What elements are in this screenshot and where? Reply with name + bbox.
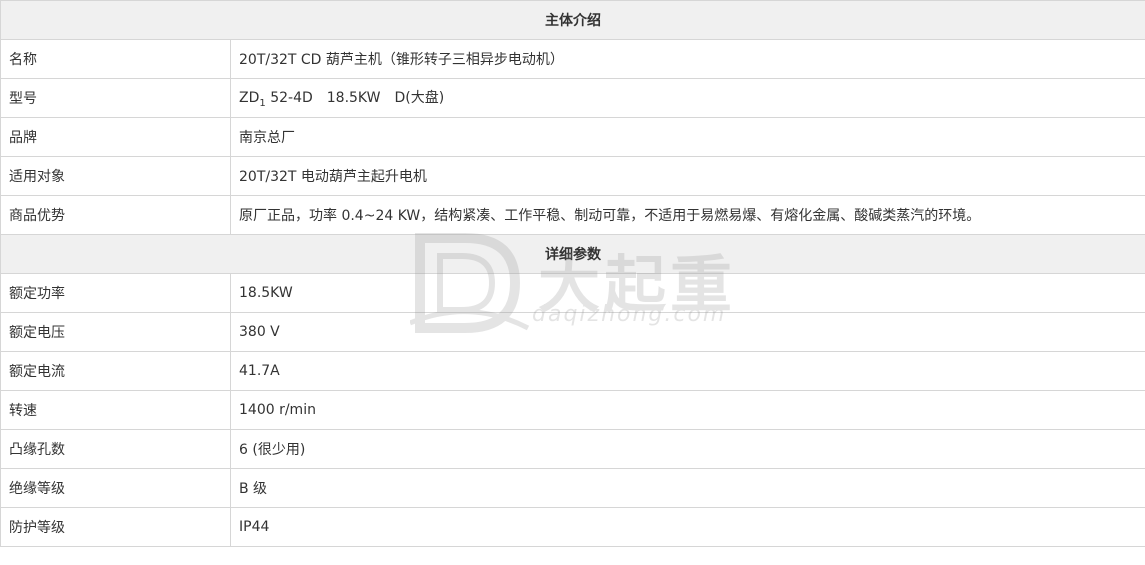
row-label: 额定电压 (0, 312, 231, 352)
row-label: 型号 (0, 78, 231, 118)
table-row: 额定功率 18.5KW (0, 273, 1145, 313)
model-prefix: ZD (239, 90, 260, 107)
row-value: B 级 (230, 468, 1145, 508)
row-value: 20T/32T 电动葫芦主起升电机 (230, 156, 1145, 196)
table-row: 名称 20T/32T CD 葫芦主机（锥形转子三相异步电动机） (0, 39, 1145, 79)
row-value: 41.7A (230, 351, 1145, 391)
row-label: 绝缘等级 (0, 468, 231, 508)
section-title: 详细参数 (0, 234, 1145, 274)
row-label: 额定功率 (0, 273, 231, 313)
table-row: 额定电流 41.7A (0, 351, 1145, 391)
row-label: 品牌 (0, 117, 231, 157)
section-header-params: 详细参数 (0, 234, 1145, 274)
table-row: 防护等级 IP44 (0, 507, 1145, 547)
row-label: 名称 (0, 39, 231, 79)
table-row: 额定电压 380 V (0, 312, 1145, 352)
row-label: 防护等级 (0, 507, 231, 547)
model-rest: 52-4D 18.5KW D(大盘) (265, 90, 445, 107)
table-row: 品牌 南京总厂 (0, 117, 1145, 157)
row-value: 南京总厂 (230, 117, 1145, 157)
table-row: 凸缘孔数 6 (很少用) (0, 429, 1145, 469)
row-value-model: ZD1 52-4D 18.5KW D(大盘) (230, 78, 1145, 118)
row-value: 6 (很少用) (230, 429, 1145, 469)
row-value: 380 V (230, 312, 1145, 352)
table-row: 转速 1400 r/min (0, 390, 1145, 430)
row-value: 1400 r/min (230, 390, 1145, 430)
row-label: 凸缘孔数 (0, 429, 231, 469)
row-value: 18.5KW (230, 273, 1145, 313)
table-row: 适用对象 20T/32T 电动葫芦主起升电机 (0, 156, 1145, 196)
row-label: 额定电流 (0, 351, 231, 391)
row-value: 原厂正品，功率 0.4~24 KW，结构紧凑、工作平稳、制动可靠，不适用于易燃易… (230, 195, 1145, 235)
row-label: 转速 (0, 390, 231, 430)
row-value: IP44 (230, 507, 1145, 547)
row-value: 20T/32T CD 葫芦主机（锥形转子三相异步电动机） (230, 39, 1145, 79)
row-label: 商品优势 (0, 195, 231, 235)
spec-table: 主体介绍 名称 20T/32T CD 葫芦主机（锥形转子三相异步电动机） 型号 … (0, 0, 1145, 547)
row-label: 适用对象 (0, 156, 231, 196)
section-header-intro: 主体介绍 (0, 0, 1145, 40)
table-row: 绝缘等级 B 级 (0, 468, 1145, 508)
section-title: 主体介绍 (0, 0, 1145, 40)
table-row: 商品优势 原厂正品，功率 0.4~24 KW，结构紧凑、工作平稳、制动可靠，不适… (0, 195, 1145, 235)
table-row: 型号 ZD1 52-4D 18.5KW D(大盘) (0, 78, 1145, 118)
